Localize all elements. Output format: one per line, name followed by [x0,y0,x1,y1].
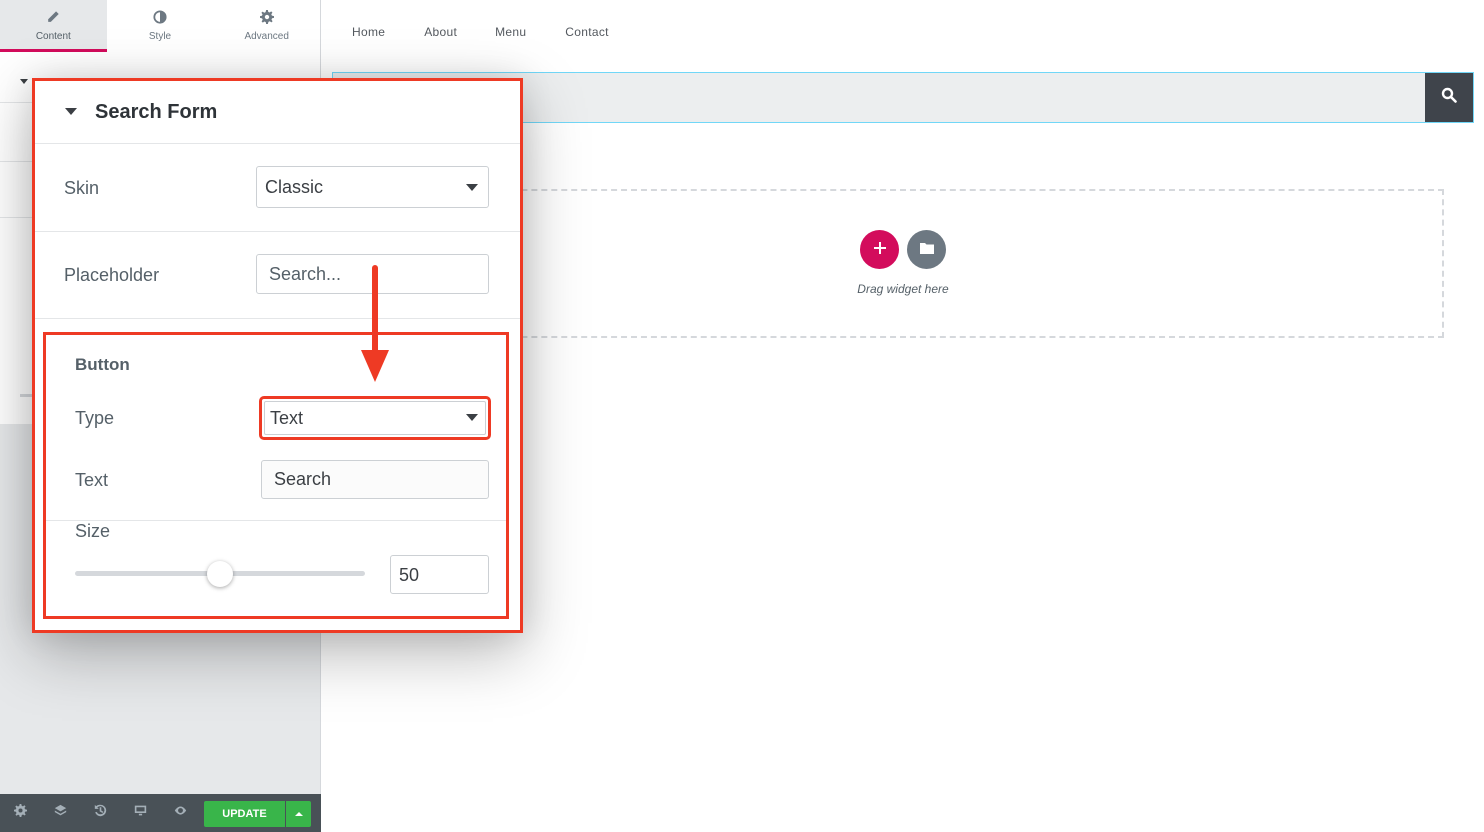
section-caret-icon [65,108,77,115]
skin-label: Skin [64,178,100,198]
history-icon [94,804,107,822]
preview-eye-icon [174,804,187,822]
nav-link-contact[interactable]: Contact [565,25,608,39]
placeholder-label: Placeholder [64,265,160,285]
placeholder-input-value: Search... [269,264,342,284]
tab-advanced-label: Advanced [244,31,289,42]
nav-link-about[interactable]: About [424,25,457,39]
panel-footer: UPDATE [0,794,321,832]
tab-style-label: Style [148,31,172,42]
size-number-input[interactable]: 50 [390,555,489,594]
size-number-value: 50 [399,565,420,585]
add-section-button[interactable] [860,230,899,269]
site-nav: Home About Menu Contact [352,25,647,39]
plus-icon [873,241,886,259]
skin-select[interactable]: Classic [256,166,489,208]
placeholder-input[interactable]: Search... [256,254,489,294]
layers-icon [54,804,67,822]
tab-content-label: Content [35,31,71,42]
nav-link-home[interactable]: Home [352,25,385,39]
skin-select-value: Classic [265,177,324,197]
slider-track-peek [20,394,32,397]
preview-button[interactable] [160,794,200,832]
search-icon [1441,87,1457,108]
type-select-value: Text [270,408,304,428]
chevron-down-icon [466,184,478,191]
contrast-icon [153,10,167,27]
settings-button[interactable] [0,794,40,832]
text-label: Text [75,470,109,490]
drop-zone-hint: Drag widget here [857,282,949,296]
update-button[interactable]: UPDATE [204,801,285,827]
tab-content[interactable]: Content [0,0,107,52]
button-settings-group: Button Type Text Text Search Size 50 [43,332,509,619]
section-header-search-form[interactable]: Search Form [35,81,520,144]
chevron-down-icon [466,414,478,421]
row-divider [46,520,506,521]
button-type-select[interactable]: Text [259,396,491,440]
pencil-icon [46,10,60,27]
folder-icon [919,241,934,259]
update-options-button[interactable] [286,801,311,827]
responsive-icon [134,804,147,822]
size-slider-handle[interactable] [207,561,233,587]
search-submit-button[interactable] [1425,73,1473,122]
row-divider [35,318,520,319]
panel-tabs: Content Style Advanced [0,0,320,52]
gear-icon [259,10,274,27]
section-caret-icon [20,79,28,84]
responsive-mode-button[interactable] [120,794,160,832]
row-divider [35,231,520,232]
search-form-settings-callout: Search Form Skin Classic Placeholder Sea… [32,78,523,633]
button-text-input-value: Search [274,469,332,489]
empty-section-drop-zone[interactable] [362,189,1444,338]
tab-style[interactable]: Style [107,0,214,52]
size-label: Size [75,521,111,541]
navigator-button[interactable] [40,794,80,832]
tab-advanced[interactable]: Advanced [213,0,320,52]
add-template-button[interactable] [907,230,946,269]
caret-up-icon [294,812,303,816]
button-heading: Button [75,355,130,374]
nav-link-menu[interactable]: Menu [495,25,526,39]
section-title: Search Form [95,101,218,123]
button-text-input[interactable]: Search [261,460,489,499]
type-label: Type [75,408,115,428]
history-button[interactable] [80,794,120,832]
settings-icon [13,804,27,822]
